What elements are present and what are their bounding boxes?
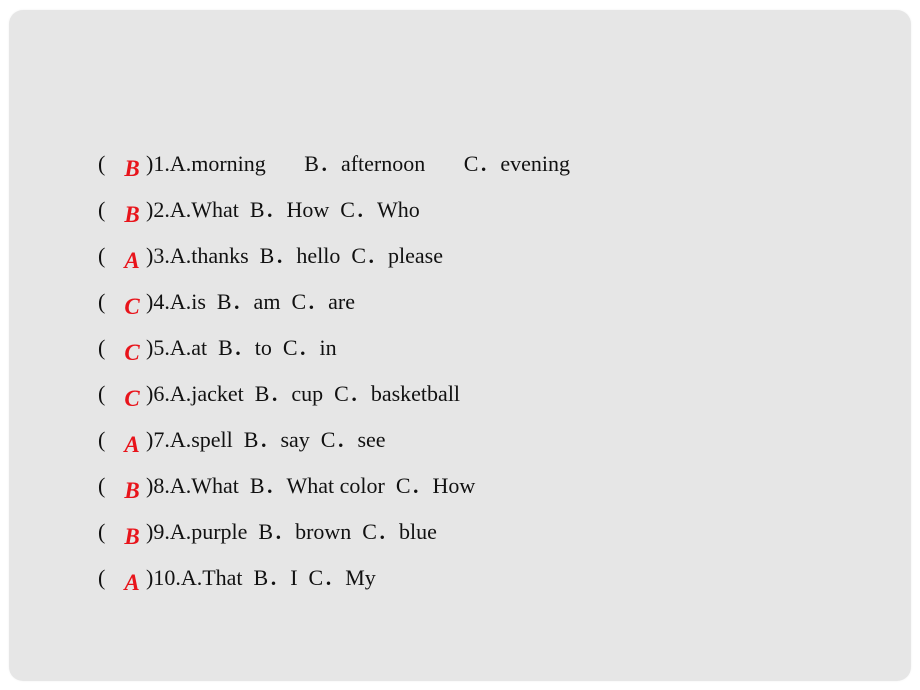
question-text: )5.A.at B．to C．in (146, 335, 337, 360)
question-text: )10.A.That B．I C．My (146, 565, 376, 590)
open-paren: ( (98, 151, 106, 176)
open-paren: ( (98, 473, 106, 498)
open-paren: ( (98, 289, 106, 314)
question-5: ( C)5.A.at B．to C．in (98, 331, 570, 377)
answer: B (124, 524, 140, 549)
question-list: (B)1.A.morning B．afternoon C．evening (B)… (98, 147, 570, 607)
open-paren: ( (98, 243, 106, 268)
slide: (B)1.A.morning B．afternoon C．evening (B)… (9, 10, 911, 681)
question-10: ( A)10.A.That B．I C．My (98, 561, 570, 607)
open-paren: ( (98, 381, 106, 406)
question-8: ( B)8.A.What B．What color C．How (98, 469, 570, 515)
answer: C (124, 386, 140, 411)
open-paren: ( (98, 197, 106, 222)
open-paren: ( (98, 335, 106, 360)
question-text: )2.A.What B．How C．Who (146, 197, 420, 222)
question-7: ( A)7.A.spell B．say C．see (98, 423, 570, 469)
question-text: )8.A.What B．What color C．How (146, 473, 476, 498)
answer: C (124, 340, 140, 365)
open-paren: ( (98, 565, 106, 590)
question-text: )7.A.spell B．say C．see (146, 427, 386, 452)
question-text: )9.A.purple B．brown C．blue (146, 519, 437, 544)
answer: A (124, 570, 140, 595)
answer: C (124, 294, 140, 319)
question-9: ( B)9.A.purple B．brown C．blue (98, 515, 570, 561)
answer: B (124, 156, 140, 181)
question-2: ( B)2.A.What B．How C．Who (98, 193, 570, 239)
question-3: ( A)3.A.thanks B．hello C．please (98, 239, 570, 285)
question-text: )6.A.jacket B．cup C．basketball (146, 381, 461, 406)
question-4: ( C)4.A.is B．am C．are (98, 285, 570, 331)
answer: A (124, 248, 140, 273)
answer: B (124, 478, 140, 503)
open-paren: ( (98, 427, 106, 452)
open-paren: ( (98, 519, 106, 544)
question-text: )1.A.morning B．afternoon C．evening (146, 151, 571, 176)
answer: A (124, 432, 140, 457)
question-1: ( B)1.A.morning B．afternoon C．evening (98, 147, 570, 193)
question-text: )3.A.thanks B．hello C．please (146, 243, 443, 268)
question-text: )4.A.is B．am C．are (146, 289, 355, 314)
question-6: ( C)6.A.jacket B．cup C．basketball (98, 377, 570, 423)
answer: B (124, 202, 140, 227)
